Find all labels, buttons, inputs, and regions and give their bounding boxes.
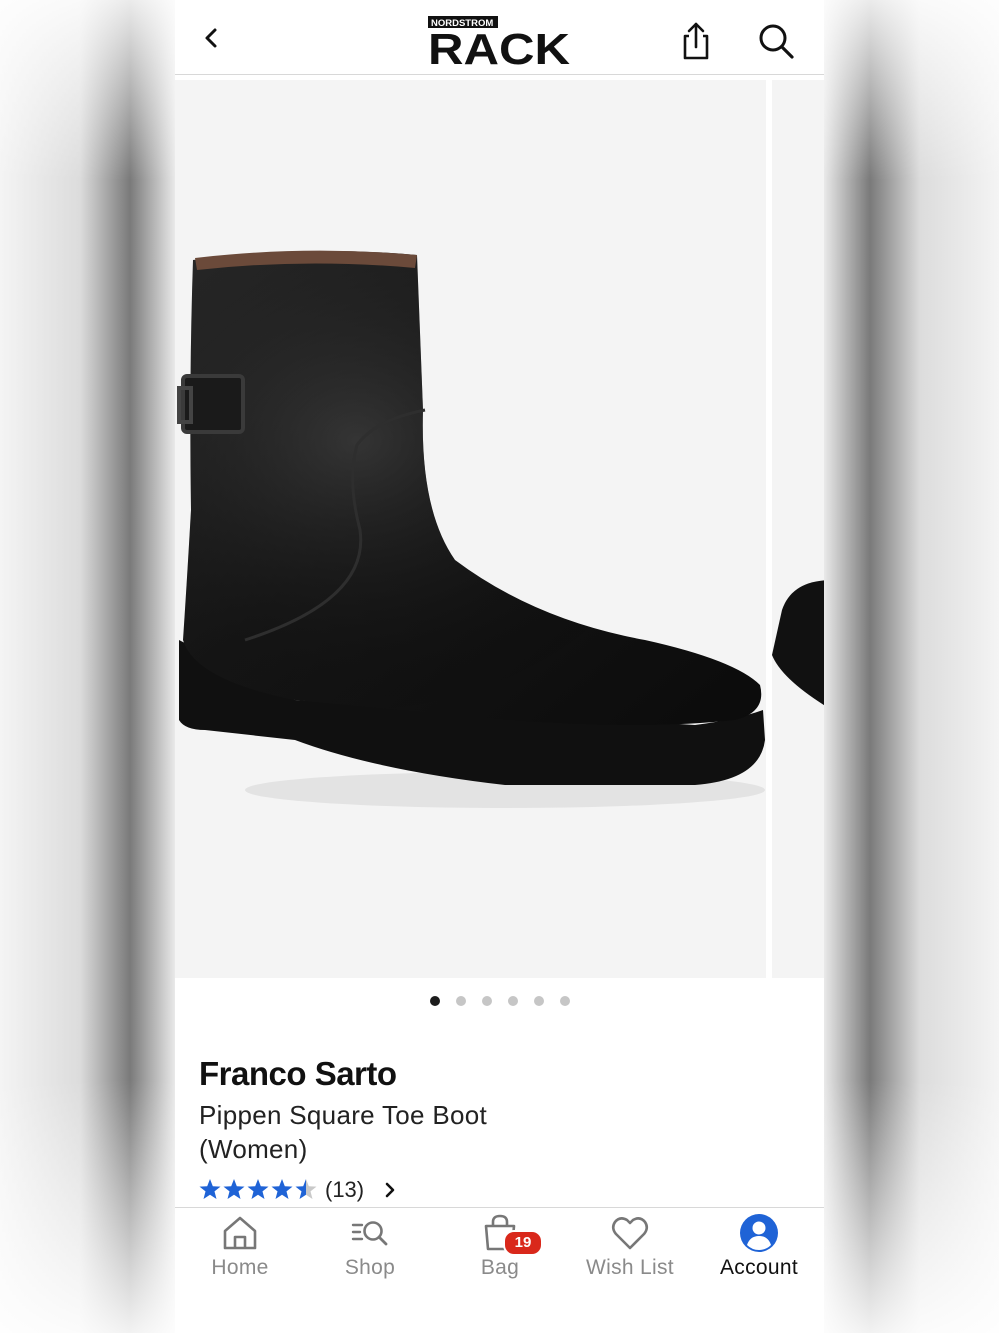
top-header: NORDSTROM RACK — [175, 0, 824, 75]
chevron-right-icon[interactable] — [382, 1179, 398, 1201]
rating-stars — [199, 1178, 317, 1202]
star-icon — [199, 1179, 221, 1199]
tab-home-label: Home — [211, 1256, 269, 1279]
tab-account-label: Account — [720, 1256, 798, 1279]
search-icon — [759, 24, 794, 59]
bag-count-badge: 19 — [503, 1230, 543, 1256]
back-button[interactable] — [197, 20, 225, 56]
carousel-pagination — [175, 992, 824, 1008]
pagination-dot[interactable] — [559, 995, 570, 1006]
pagination-dot[interactable] — [455, 995, 466, 1006]
share-button[interactable] — [676, 20, 716, 62]
product-rating[interactable]: (13) — [199, 1176, 398, 1204]
tab-shop[interactable]: Shop — [305, 1208, 435, 1298]
star-icon — [247, 1179, 269, 1199]
half-star-icon — [295, 1179, 317, 1199]
boot-illustration-next — [772, 580, 824, 706]
product-brand[interactable]: Franco Sarto — [199, 1055, 397, 1093]
pagination-dot[interactable] — [481, 995, 492, 1006]
review-count[interactable]: (13) — [325, 1177, 364, 1203]
pagination-dot[interactable] — [429, 995, 440, 1006]
nordstrom-rack-logo[interactable]: NORDSTROM RACK — [428, 16, 572, 74]
app-screen: NORDSTROM RACK Franco Sarto Pippen Squar… — [175, 0, 824, 1333]
next-product-image[interactable] — [772, 80, 824, 978]
star-icon — [271, 1179, 293, 1199]
tab-home[interactable]: Home — [175, 1208, 305, 1298]
tab-wish-list[interactable]: Wish List — [565, 1208, 695, 1298]
logo-main-text: RACK — [428, 25, 570, 66]
share-icon — [683, 22, 709, 60]
home-icon — [223, 1216, 257, 1250]
heart-icon — [611, 1217, 649, 1250]
product-title: Pippen Square Toe Boot (Women) — [199, 1100, 488, 1164]
pagination-dot[interactable] — [533, 995, 544, 1006]
search-button[interactable] — [755, 20, 797, 62]
account-icon — [740, 1214, 778, 1252]
chevron-left-icon — [205, 28, 217, 48]
pagination-dot[interactable] — [507, 995, 518, 1006]
product-image[interactable] — [175, 80, 766, 978]
shop-search-icon — [351, 1221, 388, 1246]
bottom-tab-bar: Home Shop 19 Bag Wish List Account — [175, 1207, 824, 1333]
star-icon — [223, 1179, 245, 1199]
tab-wish-list-label: Wish List — [586, 1256, 674, 1279]
tab-bag[interactable]: 19 Bag — [435, 1208, 565, 1298]
tab-account[interactable]: Account — [694, 1208, 824, 1298]
boot-illustration — [177, 250, 765, 808]
tab-shop-label: Shop — [344, 1256, 396, 1279]
tab-bag-label: Bag — [480, 1256, 520, 1279]
product-image-carousel[interactable] — [175, 80, 824, 978]
